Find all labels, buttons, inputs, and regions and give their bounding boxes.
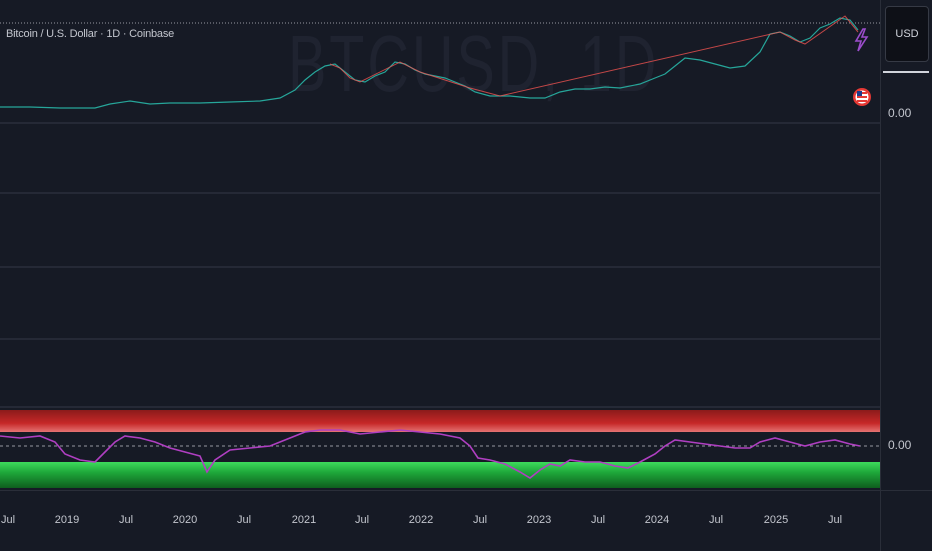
time-tick: Jul <box>590 514 606 526</box>
us-flag-icon[interactable] <box>851 76 873 118</box>
symbol-legend[interactable]: Bitcoin / U.S. Dollar · 1D · Coinbase <box>6 28 174 40</box>
pane-separator[interactable] <box>0 266 932 268</box>
overbought-zone <box>0 410 880 432</box>
pane-separator[interactable] <box>0 192 932 194</box>
time-tick: Jul <box>354 514 370 526</box>
time-tick: 2021 <box>291 514 317 526</box>
time-tick: 2019 <box>54 514 80 526</box>
oscillator-pane[interactable] <box>0 408 880 492</box>
time-tick: 2024 <box>644 514 670 526</box>
time-tick: 2023 <box>526 514 552 526</box>
lightning-bolt-icon[interactable] <box>853 28 869 52</box>
oversold-zone <box>0 462 880 488</box>
time-tick: Jul <box>0 514 16 526</box>
currency-underline <box>883 71 929 73</box>
time-tick: Jul <box>708 514 724 526</box>
price-label: 0.00 <box>888 106 912 120</box>
axis-corner <box>880 490 932 551</box>
currency-button[interactable]: USD <box>885 6 929 62</box>
pane-separator[interactable] <box>0 338 932 340</box>
oscillator-label: 0.00 <box>888 438 912 452</box>
time-tick: 2022 <box>408 514 434 526</box>
time-tick: Jul <box>236 514 252 526</box>
time-tick: Jul <box>118 514 134 526</box>
time-tick: Jul <box>472 514 488 526</box>
price-axis[interactable]: USD <box>880 0 932 490</box>
time-tick: Jul <box>827 514 843 526</box>
time-tick: 2025 <box>763 514 789 526</box>
pane-separator[interactable] <box>0 122 932 124</box>
time-tick: 2020 <box>172 514 198 526</box>
